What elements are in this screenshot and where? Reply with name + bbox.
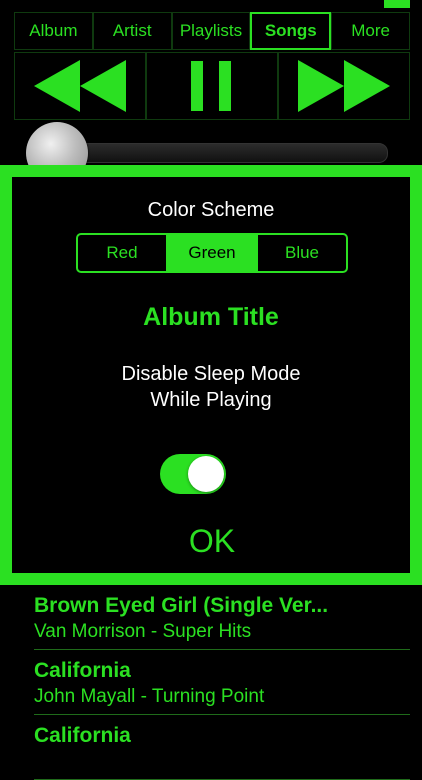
settings-panel: Color Scheme Red Green Blue Album Title …: [0, 165, 422, 585]
sleep-mode-label-line1: Disable Sleep Mode: [121, 363, 301, 385]
song-subtitle: Van Morrison - Super Hits: [34, 621, 252, 642]
tab-more[interactable]: More: [331, 12, 410, 50]
sleep-mode-label: Disable Sleep Mode While Playing: [12, 361, 410, 413]
slider-track[interactable]: [50, 143, 388, 163]
ok-button[interactable]: OK: [162, 519, 262, 563]
color-option-red[interactable]: Red: [78, 235, 166, 271]
rewind-button[interactable]: [14, 52, 146, 120]
tab-more-label: More: [351, 21, 390, 40]
fast-forward-icon: [298, 60, 390, 112]
toggle-knob: [188, 456, 224, 492]
tab-songs[interactable]: Songs: [250, 12, 332, 50]
rewind-icon: [34, 60, 126, 112]
transport-controls: [14, 52, 410, 120]
color-option-blue[interactable]: Blue: [256, 235, 346, 271]
battery-indicator: [384, 0, 410, 8]
song-subtitle: John Mayall - Turning Point: [34, 686, 265, 707]
list-item[interactable]: Brown Eyed Girl (Single Ver... Van Morri…: [34, 585, 410, 650]
song-title: California: [34, 659, 131, 682]
list-item[interactable]: California John Mayall - Turning Point: [34, 650, 410, 715]
fast-forward-button[interactable]: [278, 52, 410, 120]
color-scheme-label: Color Scheme: [147, 199, 275, 221]
sleep-mode-label-line2: While Playing: [150, 389, 272, 411]
tab-album[interactable]: Album: [14, 12, 93, 50]
pause-button[interactable]: [146, 52, 278, 120]
tab-playlists[interactable]: Playlists: [171, 12, 251, 50]
pause-icon: [191, 61, 231, 111]
tab-bar: Album Artist Playlists Songs More: [14, 12, 410, 50]
song-title: California: [34, 724, 131, 747]
song-title: Brown Eyed Girl (Single Ver...: [34, 594, 329, 617]
color-scheme-selector: Red Green Blue: [76, 233, 348, 273]
list-item[interactable]: California: [34, 715, 410, 780]
sleep-mode-toggle[interactable]: [160, 454, 226, 494]
song-list: Brown Eyed Girl (Single Ver... Van Morri…: [0, 585, 422, 780]
tab-artist[interactable]: Artist: [92, 12, 172, 50]
color-option-green[interactable]: Green: [166, 235, 256, 271]
album-title-preview: Album Title: [143, 303, 279, 331]
